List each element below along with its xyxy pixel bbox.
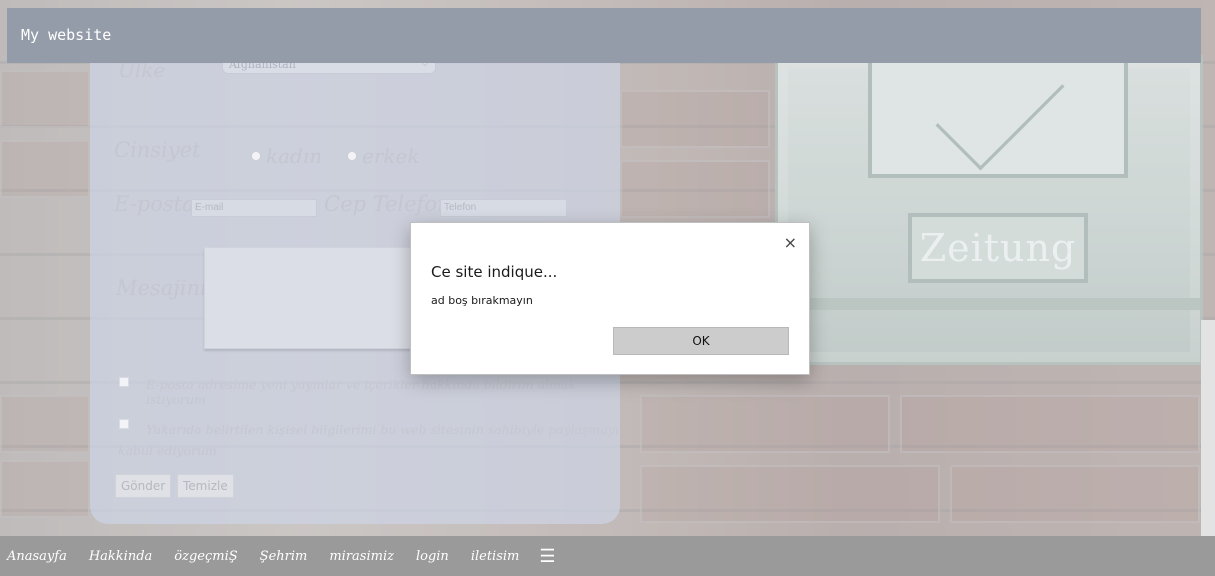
dialog-message: ad boş bırakmayın <box>431 294 533 307</box>
alert-dialog: × Ce site indique... ad boş bırakmayın O… <box>410 222 810 375</box>
nav-link-sehrim[interactable]: Şehrim <box>260 549 308 564</box>
top-navbar: My website <box>7 8 1201 63</box>
close-icon[interactable]: × <box>784 233 797 252</box>
ok-button[interactable]: OK <box>613 327 789 355</box>
bottom-navbar: Anasayfa Hakkinda özgeçmiŞ Şehrim mirasi… <box>0 536 1215 576</box>
submit-button[interactable]: Gönder <box>115 474 172 498</box>
notify-checkbox-label: E-posta adresime yeni yayınlar ve içerik… <box>146 377 576 407</box>
radio-dot-icon <box>348 152 356 160</box>
nav-link-hakkinda[interactable]: Hakkinda <box>89 549 152 564</box>
nav-link-login[interactable]: login <box>416 549 449 564</box>
radio-male[interactable]: erkek <box>348 144 419 168</box>
dialog-title: Ce site indique... <box>431 263 558 281</box>
message-label: Mesajiniz <box>116 276 218 300</box>
nav-link-iletisim[interactable]: iletisim <box>471 549 520 564</box>
clear-button[interactable]: Temizle <box>177 474 234 498</box>
nav-link-anasayfa[interactable]: Anasayfa <box>7 549 67 564</box>
radio-dot-icon <box>252 152 260 160</box>
email-label: E-posta <box>114 192 195 216</box>
email-field[interactable]: E-mail <box>191 199 317 217</box>
scrollbar-track[interactable] <box>1201 320 1215 536</box>
nav-link-mirasimiz[interactable]: mirasimiz <box>329 549 394 564</box>
nav-link-ozgecmis[interactable]: özgeçmiŞ <box>174 549 237 564</box>
site-brand[interactable]: My website <box>21 26 111 44</box>
gender-label: Cinsiyet <box>114 138 201 162</box>
bottom-nav-links: Anasayfa Hakkinda özgeçmiŞ Şehrim mirasi… <box>7 546 556 567</box>
consent-checkbox-label: Yukarıda belirtilen kişisel bilgilerimi … <box>118 422 619 458</box>
radio-female-label: kadın <box>266 144 323 168</box>
radio-female[interactable]: kadın <box>252 144 322 168</box>
message-textarea[interactable] <box>204 247 414 349</box>
notify-checkbox[interactable] <box>119 377 129 387</box>
hamburger-menu-icon[interactable]: ☰ <box>539 546 555 567</box>
phone-field[interactable]: Telefon <box>440 199 567 217</box>
radio-male-label: erkek <box>362 144 420 168</box>
